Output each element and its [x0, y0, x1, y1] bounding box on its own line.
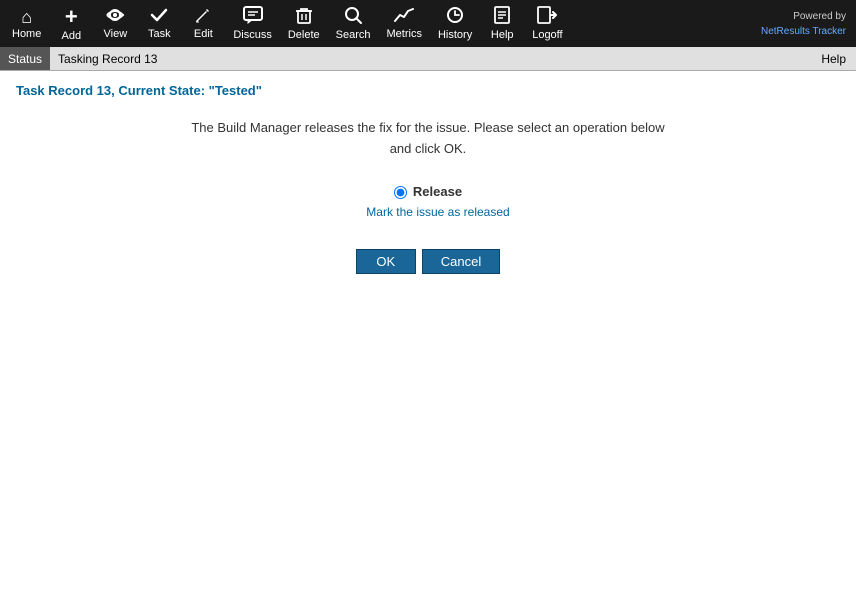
cancel-button[interactable]: Cancel	[422, 249, 500, 274]
history-icon	[446, 6, 464, 27]
status-badge: Status	[0, 47, 50, 70]
nav-history[interactable]: History	[430, 0, 480, 47]
nav-task[interactable]: Task	[137, 0, 181, 47]
radio-option-release: Release	[394, 184, 462, 199]
nav-task-label: Task	[148, 28, 171, 40]
add-icon: +	[65, 6, 78, 28]
navbar: ⌂ Home + Add View Task Edit Discuss Dele…	[0, 0, 856, 47]
button-row: OK Cancel	[16, 249, 840, 274]
logoff-icon	[537, 6, 557, 27]
nav-metrics[interactable]: Metrics	[379, 0, 430, 47]
nav-logoff[interactable]: Logoff	[524, 0, 570, 47]
nav-metrics-label: Metrics	[387, 28, 422, 40]
nav-search[interactable]: Search	[328, 0, 379, 47]
page-title: Task Record 13, Current State: "Tested"	[16, 83, 840, 98]
nav-help-label: Help	[491, 29, 514, 41]
instruction-text: The Build Manager releases the fix for t…	[16, 118, 840, 160]
search-icon	[344, 6, 362, 27]
home-icon: ⌂	[21, 8, 32, 26]
nav-help[interactable]: Help	[480, 0, 524, 47]
nav-logoff-label: Logoff	[532, 29, 562, 41]
nav-edit[interactable]: Edit	[181, 0, 225, 47]
operation-section: Release Mark the issue as released	[16, 184, 840, 219]
main-content: Task Record 13, Current State: "Tested" …	[0, 71, 856, 286]
nav-add-label: Add	[62, 30, 82, 42]
powered-by: Powered by NetResults Tracker	[761, 9, 852, 39]
nav-add[interactable]: + Add	[49, 0, 93, 47]
nav-home[interactable]: ⌂ Home	[4, 0, 49, 47]
discuss-icon	[243, 6, 263, 27]
nav-view-label: View	[104, 28, 128, 40]
release-description: Mark the issue as released	[366, 205, 509, 219]
nav-discuss-label: Discuss	[233, 29, 272, 41]
delete-icon	[295, 6, 313, 27]
edit-icon	[194, 7, 212, 26]
task-icon	[150, 7, 168, 26]
nav-delete-label: Delete	[288, 29, 320, 41]
statusbar: Status Tasking Record 13 Help	[0, 47, 856, 71]
metrics-icon	[394, 7, 414, 26]
view-icon	[105, 7, 125, 26]
brand-link[interactable]: NetResults Tracker	[761, 26, 846, 37]
nav-history-label: History	[438, 29, 472, 41]
nav-delete[interactable]: Delete	[280, 0, 328, 47]
release-radio[interactable]	[394, 186, 407, 199]
nav-home-label: Home	[12, 28, 41, 40]
nav-search-label: Search	[336, 29, 371, 41]
help-icon	[493, 6, 511, 27]
release-label[interactable]: Release	[413, 184, 462, 199]
nav-edit-label: Edit	[194, 28, 213, 40]
nav-view[interactable]: View	[93, 0, 137, 47]
nav-discuss[interactable]: Discuss	[225, 0, 280, 47]
status-record: Tasking Record 13	[50, 50, 165, 68]
ok-button[interactable]: OK	[356, 249, 416, 274]
help-link[interactable]: Help	[811, 50, 856, 68]
